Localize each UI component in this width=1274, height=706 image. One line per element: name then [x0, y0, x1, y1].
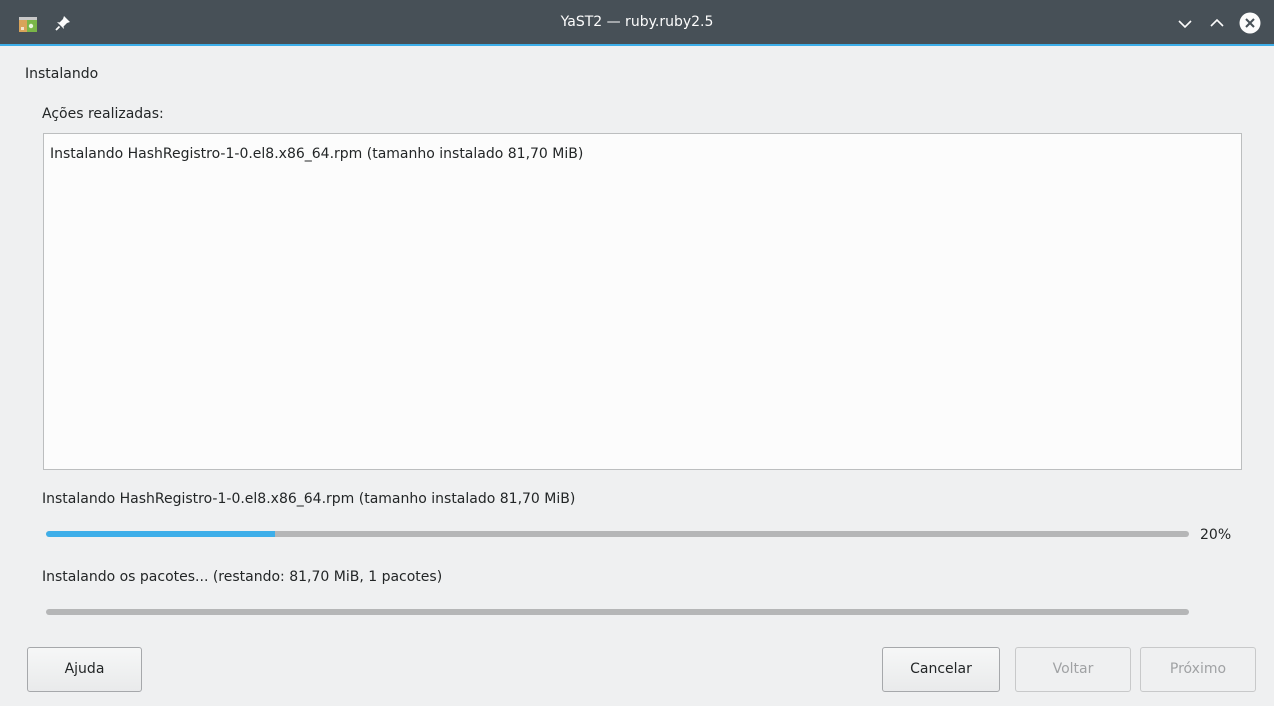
package-status-label: Instalando HashRegistro-1-0.el8.x86_64.r…	[42, 491, 576, 507]
total-progress-bar	[46, 609, 1189, 615]
back-button[interactable]: Voltar	[1015, 647, 1131, 692]
yast-window: YaST2 — ruby.ruby2.5 Instalando Ações re…	[0, 0, 1274, 706]
close-icon	[1239, 12, 1261, 34]
close-button[interactable]	[1239, 12, 1261, 34]
titlebar[interactable]: YaST2 — ruby.ruby2.5	[0, 0, 1274, 46]
next-button[interactable]: Próximo	[1140, 647, 1256, 692]
maximize-button[interactable]	[1206, 12, 1228, 34]
chevron-up-icon	[1210, 18, 1224, 27]
window-title: YaST2 — ruby.ruby2.5	[560, 14, 714, 30]
total-status-label: Instalando os pacotes... (restando: 81,7…	[42, 569, 443, 585]
actions-label: Ações realizadas:	[42, 106, 164, 122]
package-progress-percent: 20%	[1200, 527, 1232, 543]
actions-log[interactable]: Instalando HashRegistro-1-0.el8.x86_64.r…	[43, 133, 1242, 470]
package-progress-fill	[46, 531, 275, 537]
chevron-down-icon	[1178, 20, 1192, 29]
minimize-button[interactable]	[1174, 12, 1196, 34]
page-heading: Instalando	[25, 66, 99, 82]
log-line: Instalando HashRegistro-1-0.el8.x86_64.r…	[50, 146, 584, 162]
package-progress-bar	[46, 531, 1189, 537]
cancel-button[interactable]: Cancelar	[882, 647, 1000, 692]
help-button[interactable]: Ajuda	[27, 647, 142, 692]
